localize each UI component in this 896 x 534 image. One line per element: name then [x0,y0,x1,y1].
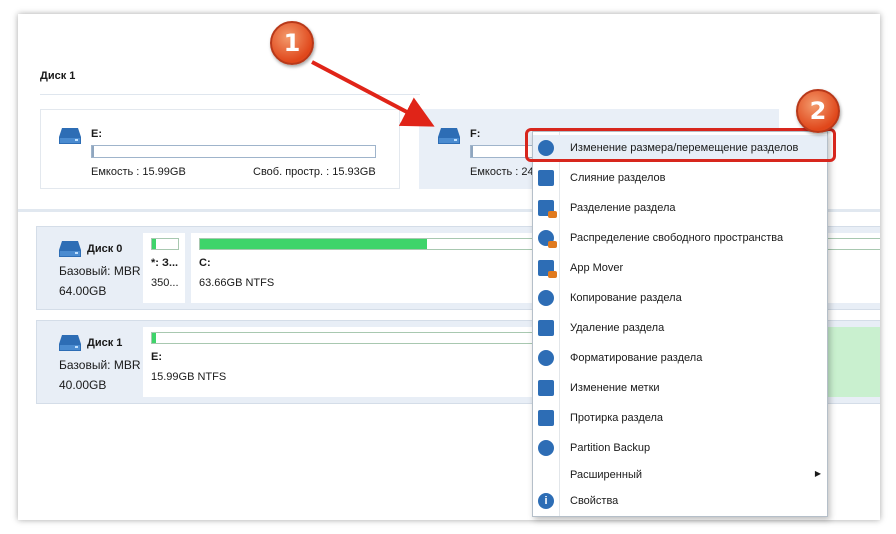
annotation-arrow [311,60,435,127]
step-badge-2: 2 [796,89,840,133]
step-badge-1: 1 [270,21,314,65]
